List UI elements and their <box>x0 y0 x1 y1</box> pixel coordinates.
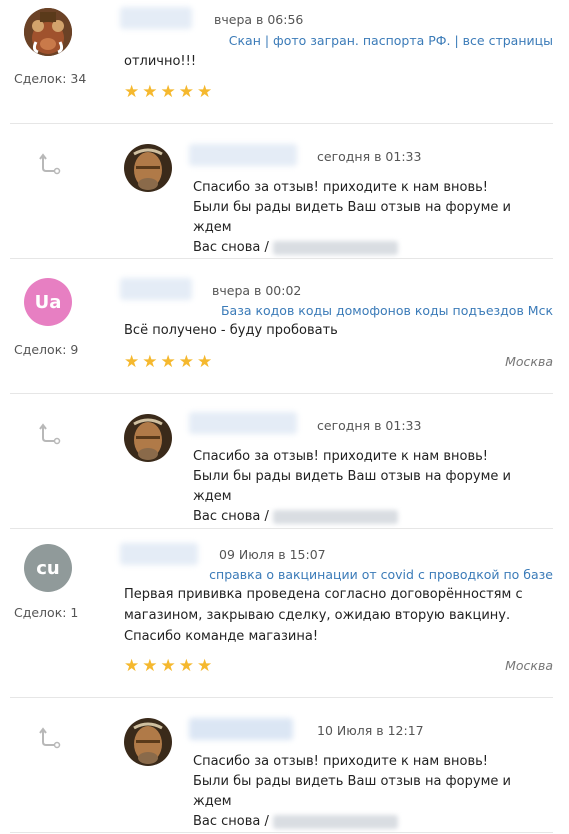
reviews-feed: Сделок: 34 вчера в 06:56 Скан | фото заг… <box>0 0 569 834</box>
seller-portrait-icon <box>124 414 172 462</box>
reply-date: сегодня в 01:33 <box>317 149 422 164</box>
product-link[interactable]: справка о вакцинации от covid с проводко… <box>209 567 553 582</box>
avatar[interactable] <box>24 8 72 56</box>
author-name[interactable] <box>120 7 192 29</box>
review-text: Первая прививка проведена согласно догов… <box>124 587 523 644</box>
deals-count: Сделок: 9 <box>14 342 79 357</box>
avatar[interactable]: Ua <box>24 278 72 326</box>
deals-count: Сделок: 1 <box>14 605 79 620</box>
blurred-link[interactable] <box>273 814 399 829</box>
reply-date: 10 Июля в 12:17 <box>317 723 424 738</box>
deals-count: Сделок: 34 <box>14 71 87 86</box>
author-name[interactable] <box>120 543 198 565</box>
blurred-link[interactable] <box>273 240 399 255</box>
reply-arrow-icon <box>39 153 61 175</box>
seller-portrait-icon <box>124 718 172 766</box>
warthog-avatar-icon <box>24 8 72 56</box>
reply-line: Были бы рады видеть Ваш отзыв на форуме … <box>193 469 511 504</box>
seller-avatar[interactable] <box>124 144 172 192</box>
reply-date: сегодня в 01:33 <box>317 418 422 433</box>
product-link[interactable]: База кодов коды домофонов коды подъездов… <box>221 303 553 318</box>
seller-avatar[interactable] <box>124 414 172 462</box>
city: Москва <box>505 658 553 673</box>
review-text: Всё получено - буду пробовать <box>124 323 338 338</box>
seller-reply: 10 Июля в 12:17 Спасибо за отзыв! приход… <box>0 698 569 834</box>
review-item: Сделок: 34 вчера в 06:56 Скан | фото заг… <box>0 0 569 124</box>
reply-line: Спасибо за отзыв! приходите к нам вновь! <box>193 449 488 464</box>
review-item: Ua Сделок: 9 вчера в 00:02 База кодов ко… <box>0 259 569 393</box>
reply-line: Спасибо за отзыв! приходите к нам вновь! <box>193 754 488 769</box>
reply-line: Спасибо за отзыв! приходите к нам вновь! <box>193 180 488 195</box>
review-text: отлично!!! <box>124 54 197 69</box>
avatar[interactable]: cu <box>24 544 72 592</box>
seller-avatar[interactable] <box>124 718 172 766</box>
seller-portrait-icon <box>124 144 172 192</box>
author-name[interactable] <box>120 278 192 300</box>
seller-name[interactable] <box>189 718 293 740</box>
avatar-initials: Ua <box>34 291 62 313</box>
reply-line: Вас снова / <box>193 240 269 255</box>
reply-line: Были бы рады видеть Ваш отзыв на форуме … <box>193 774 511 809</box>
reply-line-last: Вас снова / <box>193 812 543 832</box>
seller-reply: сегодня в 01:33 Спасибо за отзыв! приход… <box>0 124 569 259</box>
reply-text: Спасибо за отзыв! приходите к нам вновь!… <box>193 178 543 258</box>
city: Москва <box>505 354 553 369</box>
avatar-initials: cu <box>36 557 60 579</box>
reply-line: Вас снова / <box>193 509 269 524</box>
product-link[interactable]: Скан | фото загран. паспорта РФ. | все с… <box>229 33 553 48</box>
rating-stars: ★★★★★ <box>124 656 216 676</box>
divider <box>10 832 553 833</box>
reply-text: Спасибо за отзыв! приходите к нам вновь!… <box>193 752 543 832</box>
reply-arrow-icon <box>39 727 61 749</box>
reply-line: Были бы рады видеть Ваш отзыв на форуме … <box>193 200 511 235</box>
review-item: cu Сделок: 1 09 Июля в 15:07 справка о в… <box>0 529 569 698</box>
review-date: вчера в 06:56 <box>214 12 304 27</box>
reply-line: Вас снова / <box>193 814 269 829</box>
review-date: 09 Июля в 15:07 <box>219 547 326 562</box>
seller-name[interactable] <box>189 144 297 166</box>
review-date: вчера в 00:02 <box>212 283 302 298</box>
rating-stars: ★★★★★ <box>124 82 216 102</box>
seller-reply: сегодня в 01:33 Спасибо за отзыв! приход… <box>0 394 569 528</box>
reply-line-last: Вас снова / <box>193 238 543 258</box>
reply-text: Спасибо за отзыв! приходите к нам вновь!… <box>193 447 543 527</box>
reply-arrow-icon <box>39 423 61 445</box>
seller-name[interactable] <box>189 412 297 434</box>
reply-line-last: Вас снова / <box>193 507 543 527</box>
blurred-link[interactable] <box>273 509 399 524</box>
rating-stars: ★★★★★ <box>124 352 216 372</box>
